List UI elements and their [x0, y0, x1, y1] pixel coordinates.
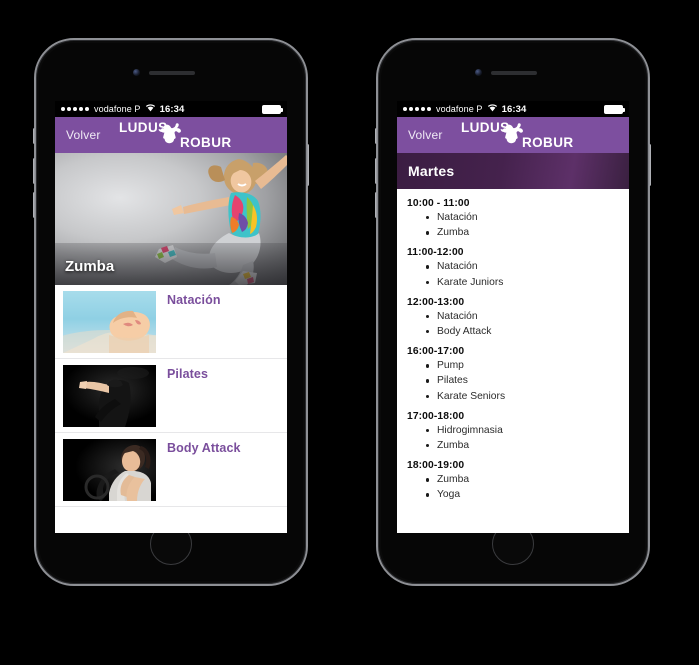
class-list: Natación Pilates Body Attack — [55, 285, 287, 507]
status-bar-right-phone: vodafone P 16:34 — [397, 101, 629, 117]
app-logo: LUDUS ROBUR — [451, 117, 621, 153]
schedule-slot-time: 17:00-18:00 — [407, 410, 465, 422]
schedule-class-item[interactable]: Natación — [407, 210, 629, 225]
power-button-right[interactable] — [648, 144, 651, 186]
schedule-class-item[interactable]: Body Attack — [407, 324, 629, 339]
schedule-class-list: Natación Karate Juniors — [407, 259, 629, 289]
phone-device-right: vodafone P 16:34 Volver LUDUS ROBUR Mart… — [375, 38, 651, 586]
list-item-title: Natación — [167, 293, 221, 307]
logo-robur-label: ROBUR — [522, 135, 574, 150]
clock-label: 16:34 — [501, 103, 527, 115]
schedule-class-list: Natación Body Attack — [407, 309, 629, 339]
list-item[interactable]: Pilates — [55, 359, 287, 433]
status-bar-right-group — [604, 104, 625, 114]
earpiece-speaker-left — [149, 71, 195, 75]
list-item[interactable]: Body Attack — [55, 433, 287, 507]
schedule-class-item[interactable]: Pump — [407, 358, 629, 373]
hero-title: Zumba — [65, 258, 115, 275]
power-button-left[interactable] — [306, 144, 309, 186]
schedule-class-item[interactable]: Hidrogimnasia — [407, 423, 629, 438]
volume-up-button-left[interactable] — [33, 158, 36, 184]
schedule-slot-time: 18:00-19:00 — [407, 460, 465, 472]
schedule-class-item[interactable]: Zumba — [407, 472, 629, 487]
silent-switch-right[interactable] — [375, 128, 378, 144]
wifi-icon — [487, 103, 498, 115]
hero-banner-zumba[interactable]: Zumba — [55, 153, 287, 285]
schedule-class-item[interactable]: Karate Seniors — [407, 389, 629, 404]
schedule-class-list: Natación Zumba — [407, 210, 629, 240]
signal-strength-icon — [403, 107, 431, 111]
pilates-photo — [63, 365, 156, 427]
app-navbar-right: Volver LUDUS ROBUR — [397, 117, 629, 153]
schedule-class-item[interactable]: Zumba — [407, 225, 629, 240]
list-item-title: Body Attack — [167, 441, 241, 455]
silent-switch-left[interactable] — [33, 128, 36, 144]
schedule-class-item[interactable]: Natación — [407, 259, 629, 274]
schedule-slot-time: 16:00-17:00 — [407, 346, 465, 358]
logo-robur-label: ROBUR — [180, 135, 232, 150]
status-bar-left: vodafone P 16:34 — [55, 101, 287, 117]
carrier-label: vodafone P — [436, 104, 483, 114]
battery-full-icon — [262, 104, 283, 114]
schedule-slot: 11:00-12:00 Natación Karate Juniors — [407, 247, 629, 289]
phone-body-right: vodafone P 16:34 Volver LUDUS ROBUR Mart… — [381, 43, 645, 581]
list-item[interactable]: Natación — [55, 285, 287, 359]
day-header-bar: Martes — [397, 153, 629, 189]
schedule-slot-time: 10:00 - 11:00 — [407, 198, 470, 209]
schedule-slot: 17:00-18:00 Hidrogimnasia Zumba — [407, 411, 629, 453]
schedule-class-item[interactable]: Natación — [407, 309, 629, 324]
day-title: Martes — [408, 163, 455, 179]
earpiece-speaker-right — [491, 71, 537, 75]
carrier-label: vodafone P — [94, 104, 141, 114]
schedule-slot-time: 11:00-12:00 — [407, 247, 464, 259]
phone-body-left: vodafone P 16:34 Volver LUDUS ROBUR Zumb… — [39, 43, 303, 581]
volume-down-button-left[interactable] — [33, 192, 36, 218]
battery-full-icon — [604, 104, 625, 114]
schedule-class-list: Hidrogimnasia Zumba — [407, 423, 629, 453]
clock-label: 16:34 — [159, 103, 185, 115]
schedule-class-list: Pump Pilates Karate Seniors — [407, 358, 629, 404]
signal-strength-icon — [61, 107, 89, 111]
front-camera-icon-left — [133, 69, 140, 76]
list-item-title: Pilates — [167, 367, 209, 381]
back-button[interactable]: Volver — [55, 128, 101, 142]
schedule-slot: 10:00 - 11:00 Natación Zumba — [407, 198, 629, 240]
phone-device-left: vodafone P 16:34 Volver LUDUS ROBUR Zumb… — [33, 38, 309, 586]
app-screen-right: vodafone P 16:34 Volver LUDUS ROBUR Mart… — [397, 101, 629, 533]
front-camera-icon-right — [475, 69, 482, 76]
schedule-slot: 16:00-17:00 Pump Pilates Karate Seniors — [407, 346, 629, 404]
app-logo: LUDUS ROBUR — [109, 117, 279, 153]
schedule-slot: 18:00-19:00 Zumba Yoga — [407, 460, 629, 502]
schedule-slot-time: 12:00-13:00 — [407, 296, 465, 308]
schedule-class-item[interactable]: Yoga — [407, 487, 629, 502]
volume-down-button-right[interactable] — [375, 192, 378, 218]
schedule-slot: 12:00-13:00 Natación Body Attack — [407, 297, 629, 339]
wifi-icon — [145, 103, 156, 115]
schedule-class-list: Zumba Yoga — [407, 472, 629, 502]
app-navbar-left: Volver LUDUS ROBUR — [55, 117, 287, 153]
schedule-class-item[interactable]: Karate Juniors — [407, 275, 629, 290]
schedule-class-item[interactable]: Zumba — [407, 438, 629, 453]
status-bar-right — [262, 104, 283, 114]
body-attack-photo — [63, 439, 156, 501]
back-button[interactable]: Volver — [397, 128, 443, 142]
swimmer-photo — [63, 291, 156, 353]
schedule-list: 10:00 - 11:00 Natación Zumba 11:00-12:00 Nat… — [397, 189, 629, 533]
app-screen-left: vodafone P 16:34 Volver LUDUS ROBUR Zumb… — [55, 101, 287, 533]
schedule-class-item[interactable]: Pilates — [407, 373, 629, 388]
volume-up-button-right[interactable] — [375, 158, 378, 184]
screenshot-stage: vodafone P 16:34 Volver LUDUS ROBUR Zumb… — [0, 0, 699, 665]
